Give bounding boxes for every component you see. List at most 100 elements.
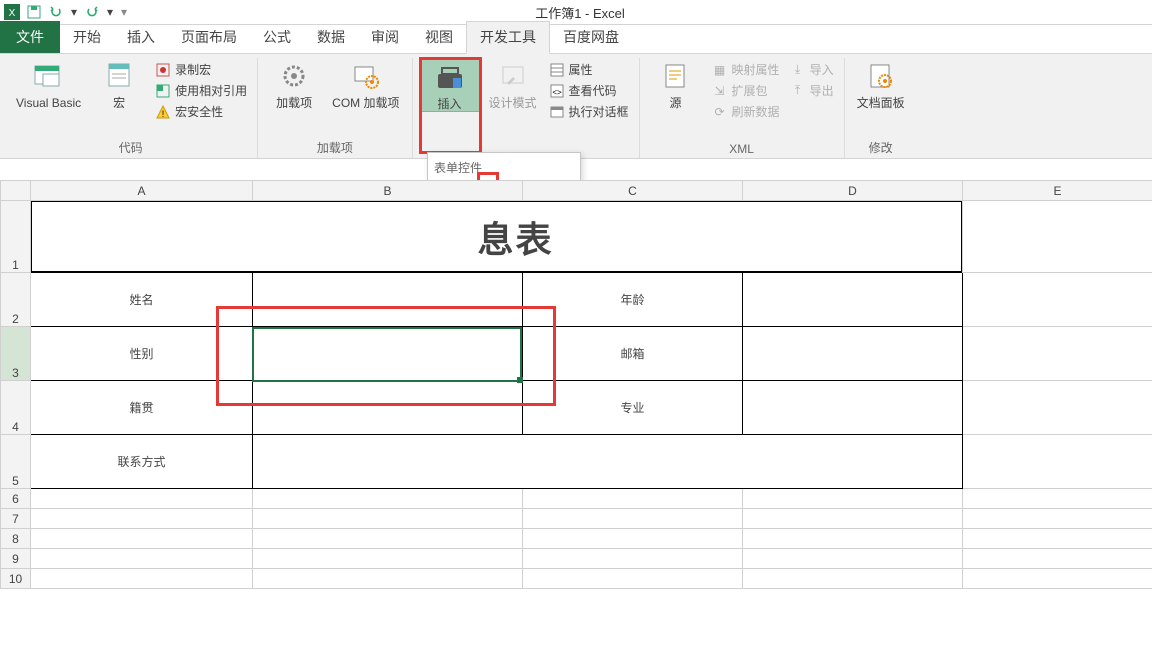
undo-dropdown-icon[interactable]: ▾ [70, 4, 78, 20]
undo-icon[interactable] [48, 4, 64, 20]
cell-A5[interactable]: 联系方式 [31, 435, 253, 489]
expansion-pack-button: ⇲扩展包 [708, 81, 784, 100]
cell-B3[interactable] [253, 327, 523, 381]
qat-customize-icon[interactable]: ▾ [120, 4, 128, 20]
tab-layout[interactable]: 页面布局 [168, 22, 250, 53]
view-code-button[interactable]: <>查看代码 [545, 81, 633, 100]
tab-home[interactable]: 开始 [60, 22, 114, 53]
relative-ref-icon [155, 83, 171, 99]
run-dialog-button[interactable]: 执行对话框 [545, 102, 633, 121]
visual-basic-icon [33, 60, 65, 92]
row-header-5[interactable]: 5 [1, 435, 31, 489]
design-icon [497, 60, 529, 92]
select-all-corner[interactable] [1, 181, 31, 201]
window-title: 工作簿1 - Excel [128, 3, 1032, 22]
row-header-2[interactable]: 2 [1, 273, 31, 327]
expand-icon: ⇲ [712, 83, 728, 99]
dialog-icon [549, 104, 565, 120]
macros-icon [103, 60, 135, 92]
col-header-C[interactable]: C [523, 181, 743, 201]
row-header-3[interactable]: 3 [1, 327, 31, 381]
addins-button[interactable]: 加载项 [264, 58, 324, 110]
refresh-data-button: ⟳刷新数据 [708, 102, 784, 121]
cell-D4[interactable] [743, 381, 963, 435]
record-icon [155, 62, 171, 78]
tab-developer[interactable]: 开发工具 [466, 21, 550, 54]
code-icon: <> [549, 83, 565, 99]
tab-formula[interactable]: 公式 [250, 22, 304, 53]
excel-icon: X [4, 4, 20, 20]
cell-B5-D5[interactable] [253, 435, 963, 489]
column-headers[interactable]: A B C D E [1, 181, 1152, 201]
cell-A4[interactable]: 籍贯 [31, 381, 253, 435]
col-header-E[interactable]: E [963, 181, 1152, 201]
map-icon: ▦ [712, 62, 728, 78]
group-controls: 插入 设计模式 属性 <>查看代码 执行对话框 [413, 58, 640, 158]
cell-C3[interactable]: 邮箱 [523, 327, 743, 381]
record-macro-button[interactable]: 录制宏 [151, 60, 251, 79]
macro-security-button[interactable]: !宏安全性 [151, 102, 251, 121]
row-header-7[interactable]: 7 [1, 509, 31, 529]
row-header-10[interactable]: 10 [1, 569, 31, 589]
tab-data[interactable]: 数据 [304, 22, 358, 53]
svg-text:!: ! [162, 109, 165, 119]
doc-panel-icon [865, 60, 897, 92]
refresh-icon: ⟳ [712, 104, 728, 120]
form-controls-header: 表单控件 [432, 157, 576, 180]
cell-D3[interactable] [743, 327, 963, 381]
relative-ref-button[interactable]: 使用相对引用 [151, 81, 251, 100]
toolbox-icon [434, 61, 466, 93]
cell-D2[interactable] [743, 273, 963, 327]
row-header-6[interactable]: 6 [1, 489, 31, 509]
col-header-B[interactable]: B [253, 181, 523, 201]
tab-insert[interactable]: 插入 [114, 22, 168, 53]
properties-button[interactable]: 属性 [545, 60, 633, 79]
source-icon [660, 60, 692, 92]
redo-dropdown-icon[interactable]: ▾ [106, 4, 114, 20]
cell-A2[interactable]: 姓名 [31, 273, 253, 327]
tab-baidu[interactable]: 百度网盘 [550, 22, 632, 53]
group-code: Visual Basic 宏 录制宏 使用相对引用 !宏安全性 代码 [4, 58, 258, 158]
col-header-A[interactable]: A [31, 181, 253, 201]
import-button: ⤓导入 [786, 60, 838, 79]
tab-review[interactable]: 审阅 [358, 22, 412, 53]
save-icon[interactable] [26, 4, 42, 20]
cell-B4[interactable] [253, 381, 523, 435]
macros-button[interactable]: 宏 [89, 58, 149, 110]
row-header-4[interactable]: 4 [1, 381, 31, 435]
redo-icon[interactable] [84, 4, 100, 20]
tab-file[interactable]: 文件 [0, 21, 60, 53]
doc-panel-button[interactable]: 文档面板 [851, 58, 911, 110]
svg-text:<>: <> [552, 88, 562, 97]
cell-A3[interactable]: 性别 [31, 327, 253, 381]
group-xml: 源 ▦映射属性 ⇲扩展包 ⟳刷新数据 ⤓导入 ⤒导出 XML [640, 58, 845, 158]
row-header-9[interactable]: 9 [1, 549, 31, 569]
cell-C2[interactable]: 年龄 [523, 273, 743, 327]
warning-icon: ! [155, 104, 171, 120]
table-title: 信息表 [31, 201, 962, 272]
col-header-D[interactable]: D [743, 181, 963, 201]
row-header-1[interactable]: 1 [1, 201, 31, 273]
tab-view[interactable]: 视图 [412, 22, 466, 53]
svg-text:X: X [9, 8, 16, 19]
ribbon-body: Visual Basic 宏 录制宏 使用相对引用 !宏安全性 代码 加载项 [0, 54, 1152, 159]
cell-C4[interactable]: 专业 [523, 381, 743, 435]
export-button: ⤒导出 [786, 81, 838, 100]
row-header-8[interactable]: 8 [1, 529, 31, 549]
ribbon-tabs: 文件 开始 插入 页面布局 公式 数据 审阅 视图 开发工具 百度网盘 [0, 25, 1152, 54]
map-properties-button: ▦映射属性 [708, 60, 784, 79]
source-button[interactable]: 源 [646, 58, 706, 110]
group-addins: 加载项 COM 加载项 加载项 [258, 58, 412, 158]
cell-B2[interactable] [253, 273, 523, 327]
import-icon: ⤓ [790, 62, 806, 78]
visual-basic-button[interactable]: Visual Basic [10, 58, 87, 110]
group-modify: 文档面板 修改 [845, 58, 917, 158]
com-addins-button[interactable]: COM 加载项 [326, 58, 405, 110]
gear-icon [278, 60, 310, 92]
properties-icon [549, 62, 565, 78]
com-gear-icon [350, 60, 382, 92]
design-mode-button[interactable]: 设计模式 [483, 58, 543, 110]
quick-access-toolbar: X ▾ ▾ ▾ [0, 4, 128, 20]
insert-controls-button[interactable]: 插入 [419, 58, 481, 112]
spreadsheet[interactable]: A B C D E 1 信息表 2 姓名 年龄 [0, 180, 1152, 653]
